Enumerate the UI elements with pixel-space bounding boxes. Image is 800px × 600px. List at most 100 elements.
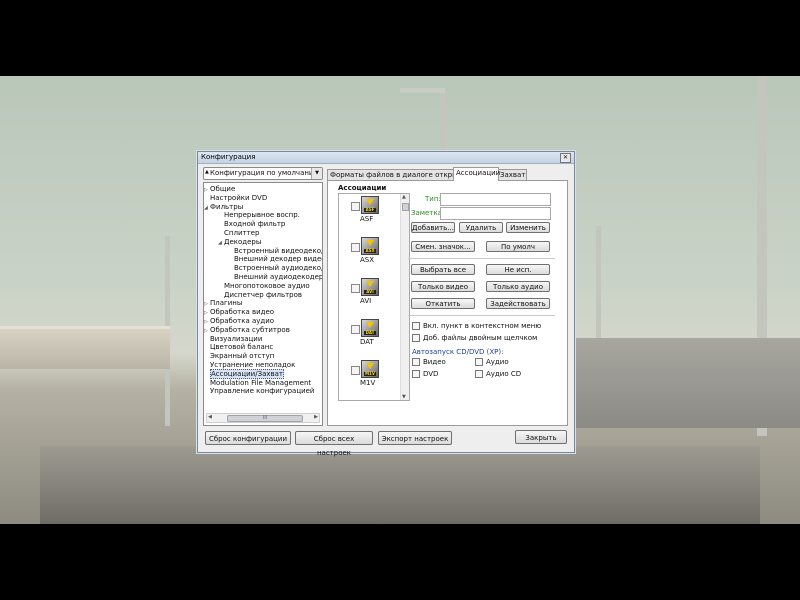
checkbox-box[interactable] <box>412 334 420 342</box>
context-menu-checkbox[interactable]: Вкл. пункт в контекстном меню <box>412 322 541 331</box>
file-icon-tag: ASF <box>364 207 376 212</box>
reset-config-button[interactable]: Сброс конфигурации <box>205 431 291 445</box>
tree-item[interactable]: Внешний аудиодекодер <box>228 273 323 282</box>
file-type-item[interactable]: DAT DAT <box>339 319 399 359</box>
double-click-checkbox[interactable]: Доб. файлы двойным щелчком <box>412 334 537 343</box>
double-click-label: Доб. файлы двойным щелчком <box>423 334 538 342</box>
tree-item[interactable]: Цветовой баланс <box>204 343 273 352</box>
profile-value: Конфигурация по умолчанию <box>210 169 320 177</box>
reset-all-button[interactable]: Сброс всех настроек <box>295 431 373 457</box>
file-type-name: ASX <box>360 256 375 264</box>
select-all-button[interactable]: Выбрать все <box>411 264 475 275</box>
tree-item[interactable]: Сплиттер <box>218 229 259 238</box>
tree-item[interactable]: ▷ Обработка субтитров <box>204 326 290 335</box>
title-bar[interactable]: Конфигурация ✕ <box>198 152 574 164</box>
window-title: Конфигурация <box>201 153 256 161</box>
note-field[interactable] <box>440 207 551 220</box>
tree-item-label: Многопотоковое аудио <box>224 281 310 290</box>
tree-item[interactable]: Экранный отступ <box>204 352 274 361</box>
chevron-down-icon[interactable]: ▼ <box>311 168 322 179</box>
tree-item[interactable]: Ассоциации/Захват <box>204 368 285 379</box>
delete-button[interactable]: Удалить <box>459 222 503 233</box>
file-type-checkbox[interactable] <box>351 366 360 375</box>
tree-item[interactable]: Многопотоковое аудио <box>218 282 310 291</box>
autorun-dvd-checkbox[interactable]: DVD <box>412 370 438 379</box>
divider <box>408 258 555 259</box>
audio-only-button[interactable]: Только аудио <box>486 281 550 292</box>
tree-item-label: Ассоциации/Захват <box>210 368 285 379</box>
scrollbar-thumb[interactable]: III <box>227 415 303 422</box>
tree-item-label: Настройки DVD <box>210 193 268 202</box>
file-type-name: ASF <box>360 215 374 223</box>
autorun-audio-checkbox[interactable]: Аудио <box>475 358 509 367</box>
tree-item[interactable]: Непрерывное воспр. <box>218 211 300 220</box>
type-field[interactable] <box>440 193 551 206</box>
scroll-down-icon[interactable]: ▼ <box>402 394 406 400</box>
media-file-icon: M1V <box>361 360 379 378</box>
tree-item-label: Фильтры <box>210 202 244 211</box>
default-button[interactable]: По умолч <box>486 241 550 252</box>
tree-item[interactable]: Устранение неполадок <box>204 361 295 370</box>
profile-dropdown[interactable]: ▲ Конфигурация по умолчанию ▼ <box>203 167 323 180</box>
checkbox-box[interactable] <box>412 358 420 366</box>
tree-item[interactable]: Визуализации <box>204 335 262 344</box>
checkbox-box[interactable] <box>412 322 420 330</box>
tab-associations[interactable]: Ассоциации <box>453 167 500 181</box>
video-only-button[interactable]: Только видео <box>411 281 475 292</box>
tree-item[interactable]: ◢ Декодеры <box>218 238 261 247</box>
tree-item[interactable]: Встроенный аудиодекодер <box>228 264 322 273</box>
file-type-checkbox[interactable] <box>351 325 360 334</box>
tree-item[interactable]: ▷ Общие <box>204 185 235 194</box>
tree-item[interactable]: Диспетчер фильтров <box>218 291 302 300</box>
checkbox-box[interactable] <box>475 370 483 378</box>
tree-item-label: Встроенный аудиодекодер <box>234 264 322 273</box>
autorun-audio-cd-checkbox[interactable]: Аудио CD <box>475 370 521 379</box>
file-type-item[interactable]: ASX ASX <box>339 237 399 277</box>
rollback-button[interactable]: Откатить <box>411 298 475 309</box>
file-type-list[interactable]: M1V M1V DAT DAT AVI AVI ASX ASX ASF ASF ▲ ▼ <box>338 193 410 401</box>
file-list-scrollbar[interactable]: ▲ ▼ <box>400 194 409 400</box>
tab-open-dialog-formats[interactable]: Форматы файлов в диалоге открытия <box>327 169 470 180</box>
file-type-checkbox[interactable] <box>351 202 360 211</box>
autorun-video-checkbox[interactable]: Видео <box>412 358 446 367</box>
file-type-checkbox[interactable] <box>351 243 360 252</box>
settings-tree[interactable]: Управление конфигурацией Modulation File … <box>203 182 323 426</box>
tree-item[interactable]: Внешний декодер видео <box>228 255 322 264</box>
add-button[interactable]: Добавить... <box>411 222 455 233</box>
change-button[interactable]: Изменить <box>506 222 550 233</box>
tree-item[interactable]: ◢ Фильтры <box>204 203 243 212</box>
autorun-label: Автозапуск CD/DVD (XP): <box>412 348 504 356</box>
checkbox-box[interactable] <box>412 370 420 378</box>
context-menu-label: Вкл. пункт в контекстном меню <box>423 322 542 330</box>
close-icon[interactable]: ✕ <box>560 153 571 163</box>
type-label: Тип: <box>425 195 441 203</box>
tree-item[interactable]: ▷ Обработка видео <box>204 308 274 317</box>
tree-item[interactable]: Управление конфигурацией <box>204 387 314 396</box>
export-settings-button[interactable]: Экспорт настроек <box>378 431 452 445</box>
scroll-up-icon[interactable]: ▲ <box>402 194 406 200</box>
tree-item[interactable]: Modulation File Management <box>204 379 311 388</box>
tree-item[interactable]: Настройки DVD <box>204 194 267 203</box>
tree-item-label: Управление конфигурацией <box>210 387 315 396</box>
apply-button[interactable]: Задействовать <box>486 298 550 309</box>
tree-item[interactable]: Встроенный видеодекодер <box>228 247 322 256</box>
scrollbar-thumb[interactable] <box>402 203 409 211</box>
close-button[interactable]: Закрыть <box>515 430 567 444</box>
tree-item[interactable]: ▷ Плагины <box>204 299 242 308</box>
checkbox-box[interactable] <box>475 358 483 366</box>
unused-button[interactable]: Не исп. <box>486 264 550 275</box>
tab-capture[interactable]: Захват <box>497 169 527 180</box>
file-type-item[interactable]: AVI AVI <box>339 278 399 318</box>
change-icon-button[interactable]: Смен. значок... <box>411 241 475 252</box>
scroll-right-icon[interactable]: ▶ <box>314 414 318 420</box>
scroll-left-icon[interactable]: ◀ <box>208 414 212 420</box>
tree-item[interactable]: ▷ Обработка аудио <box>204 317 274 326</box>
bridge-railing-right <box>575 338 800 428</box>
tree-item-label: Внешний аудиодекодер <box>234 273 323 281</box>
tree-item-label: Устранение неполадок <box>210 361 296 369</box>
file-type-checkbox[interactable] <box>351 284 360 293</box>
file-type-item[interactable]: M1V M1V <box>339 360 399 400</box>
tree-horizontal-scrollbar[interactable]: ◀ III ▶ <box>206 413 320 423</box>
tree-item[interactable]: Входной фильтр <box>218 220 285 229</box>
file-type-item[interactable]: ASF ASF <box>339 196 399 236</box>
